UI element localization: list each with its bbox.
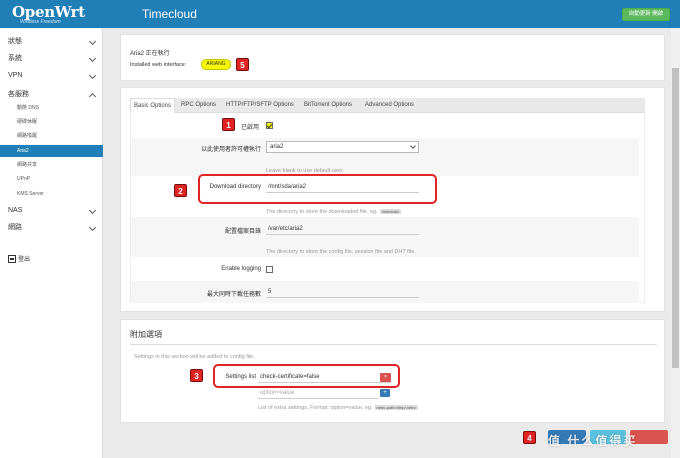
scrollbar[interactable] [671, 28, 680, 458]
hostname: Timecloud [142, 7, 197, 21]
sidebar-subitem-kms[interactable]: KMS Server [0, 188, 103, 200]
logout-label: 登出 [18, 257, 31, 263]
auto-refresh-button[interactable]: 自動更新 開啟 [622, 8, 670, 21]
config-dir-input[interactable]: /var/etc/aria2 [266, 223, 419, 235]
tab-rpc-options[interactable]: RPC Options [181, 98, 216, 113]
extra-options-description: Settings in this section will be added t… [134, 354, 255, 360]
run-user-value: aria2 [270, 144, 284, 150]
enabled-label: 已啟用 [241, 125, 260, 131]
download-dir-hint-code: /mnt/sda1 [379, 209, 402, 214]
max-downloads-input[interactable]: 5 [266, 286, 419, 298]
sidebar-item-services[interactable]: 各服務 [0, 88, 103, 102]
sidebar-subitem-aria2[interactable]: Aria2 [0, 145, 103, 157]
chevron-down-icon [88, 71, 97, 80]
ariang-button[interactable]: ARIANG [201, 59, 231, 70]
sidebar-item-status[interactable]: 狀態 [0, 35, 103, 49]
settings-list-highlight [213, 364, 400, 388]
sidebar-item-nas[interactable]: NAS [0, 204, 103, 218]
annotation-marker-1: 1 [222, 118, 235, 131]
run-user-label: 以此使用者許可權執行 [200, 147, 261, 153]
settings-list-hint-code: netrc-path=/tmp/.netrc [374, 405, 418, 410]
tab-basic-options[interactable]: Basic Options [130, 98, 176, 113]
scroll-thumb[interactable] [672, 68, 679, 368]
sidebar-subitem-share[interactable]: 網路共享 [0, 159, 103, 171]
extra-options-title: 附加選項 [130, 330, 162, 339]
sidebar-item-label: NAS [8, 207, 23, 214]
annotation-marker-3: 3 [190, 369, 203, 382]
settings-list-hint: List of extra settings. Format: option=v… [258, 405, 418, 411]
sidebar-subitem-disk-sleep[interactable]: 硬碟休眠 [0, 116, 103, 128]
sidebar-item-vpn[interactable]: VPN [0, 69, 103, 83]
running-status: Aria2 正在執行 [130, 51, 170, 57]
sidebar: 狀態 系統 VPN 各服務 動態 DNS 硬碟休眠 網路喚醒 Aria2 網路共… [0, 28, 103, 458]
add-entry-button[interactable]: + [380, 389, 390, 397]
enable-logging-label: Enable logging [221, 266, 261, 272]
chevron-up-icon [88, 92, 97, 101]
sidebar-subitem-upnp[interactable]: UPnP [0, 173, 103, 185]
divider [130, 344, 657, 345]
tab-advanced-options[interactable]: Advanced Options [365, 98, 414, 113]
sidebar-item-label: 系統 [8, 55, 22, 62]
tab-bittorrent-options[interactable]: BitTorrent Options [304, 98, 352, 113]
chevron-down-icon [88, 37, 97, 46]
max-downloads-label: 最大同時下載任務數 [206, 292, 261, 298]
tab-http-ftp-sftp-options[interactable]: HTTP/FTP/SFTP Options [226, 98, 294, 113]
run-user-select[interactable]: aria2 [266, 141, 419, 153]
status-panel: Aria2 正在執行 Installed web interface: ARIA… [120, 34, 665, 81]
logout-icon [8, 255, 16, 264]
sidebar-item-label: 狀態 [8, 38, 22, 45]
logo-tagline: Wireless Freedom [20, 19, 61, 25]
annotation-marker-2: 2 [174, 184, 187, 197]
sidebar-item-network[interactable]: 網路 [0, 221, 103, 235]
config-dir-label: 配置檔案目錄 [224, 229, 261, 235]
download-dir-highlight [198, 174, 437, 204]
chevron-down-icon [410, 143, 416, 149]
chevron-down-icon [88, 223, 97, 232]
enable-logging-checkbox[interactable] [266, 266, 273, 273]
sidebar-item-system[interactable]: 系統 [0, 52, 103, 66]
chevron-down-icon [88, 54, 97, 63]
annotation-marker-4: 4 [523, 431, 536, 444]
download-dir-hint-text: The directory to store the downloaded fi… [266, 209, 378, 215]
enabled-checkbox[interactable] [266, 122, 273, 129]
tab-bar: Basic Options RPC Options HTTP/FTP/SFTP … [130, 98, 645, 113]
download-dir-hint: The directory to store the downloaded fi… [266, 209, 402, 215]
sidebar-item-label: 網路 [8, 224, 22, 231]
settings-list-hint-text: List of extra settings. Format: option=v… [258, 405, 373, 411]
web-interface-label: Installed web interface: [130, 62, 187, 68]
sidebar-item-label: VPN [8, 72, 23, 79]
chevron-down-icon [88, 206, 97, 215]
logout-link[interactable]: 登出 [8, 254, 31, 264]
sidebar-item-label: 各服務 [8, 91, 29, 98]
top-header: OpenWrt Wireless Freedom Timecloud 自動更新 … [0, 0, 680, 28]
new-entry-input[interactable]: option=value [258, 387, 378, 399]
watermark: 值 什么值得买 [548, 434, 638, 448]
sidebar-subitem-ddns[interactable]: 動態 DNS [0, 102, 103, 114]
plus-icon: + [383, 390, 387, 396]
sidebar-subitem-wol[interactable]: 網路喚醒 [0, 130, 103, 142]
annotation-marker-5: 5 [236, 58, 249, 71]
config-dir-hint: The directory to store the config file, … [266, 249, 416, 255]
